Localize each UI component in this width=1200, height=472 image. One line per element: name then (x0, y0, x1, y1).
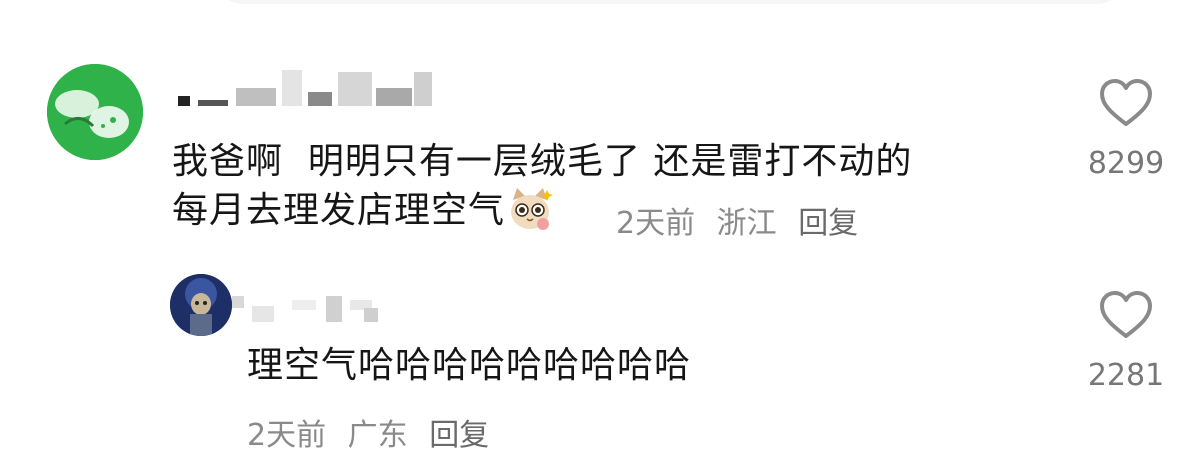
reply-avatar[interactable] (170, 274, 232, 336)
comment-meta: 2天前 浙江 回复 (616, 198, 870, 242)
reply-button[interactable]: 回复 (798, 206, 858, 241)
reply-location: 广东 (347, 418, 408, 453)
avatar[interactable] (47, 64, 143, 160)
like-count: 8299 (1087, 146, 1165, 181)
reply-reply-button[interactable]: 回复 (429, 418, 489, 453)
comment-text-line2: 每月去理发店理空气 (172, 190, 506, 231)
reply-text: 理空气哈哈哈哈哈哈哈哈哈 (247, 345, 692, 386)
reply-meta: 2天前 广东 回复 (247, 410, 501, 454)
comment-text-line1: 我爸啊 明明只有一层绒毛了 还是雷打不动的 (172, 141, 913, 182)
comment-location: 浙江 (716, 206, 777, 241)
reply-like-button[interactable]: 2281 (1086, 290, 1166, 393)
cat-emoji-icon (507, 186, 554, 245)
top-panel-edge (215, 0, 1125, 4)
heart-icon (1100, 79, 1152, 126)
like-button[interactable]: 8299 (1086, 78, 1166, 181)
reply-like-count: 2281 (1087, 358, 1165, 393)
avatar-image (47, 64, 143, 160)
heart-icon (1100, 291, 1152, 338)
reply-time: 2天前 (247, 418, 327, 453)
reply-avatar-image (170, 274, 232, 336)
comment-time: 2天前 (616, 206, 696, 241)
